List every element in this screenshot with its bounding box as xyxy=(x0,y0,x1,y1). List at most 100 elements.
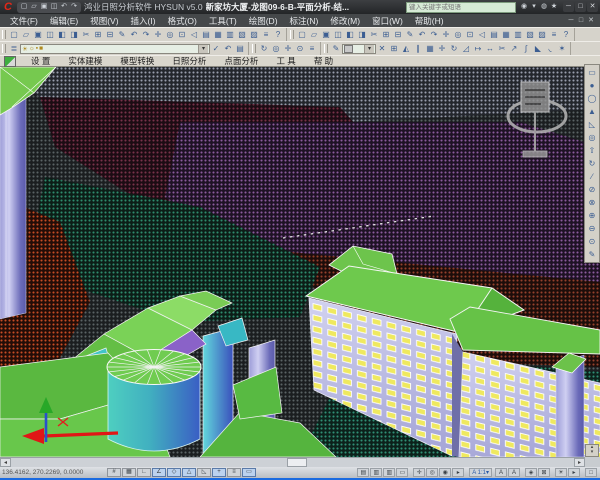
auto-annotate-button[interactable]: A xyxy=(508,468,520,477)
undo-icon[interactable]: ↶ xyxy=(59,2,69,12)
building-cluster[interactable] xyxy=(0,291,336,457)
viewports-icon[interactable]: ≡ xyxy=(306,42,318,55)
menu-draw[interactable]: 绘图(D) xyxy=(243,15,284,27)
save-icon[interactable]: ▣ xyxy=(320,28,332,41)
ducs-toggle[interactable]: ◺ xyxy=(197,468,211,477)
lwt-toggle[interactable]: ≡ xyxy=(227,468,241,477)
new-icon[interactable]: ▢ xyxy=(19,2,29,12)
menu-dimension[interactable]: 标注(N) xyxy=(284,15,325,27)
grid-toggle[interactable]: ▦ xyxy=(122,468,136,477)
zoom-realtime-icon[interactable]: ◎ xyxy=(270,42,282,55)
menu-modify[interactable]: 修改(M) xyxy=(324,15,366,27)
redo-icon[interactable]: ↷ xyxy=(140,28,152,41)
lengthen-icon[interactable]: ↔ xyxy=(484,42,496,55)
markup-icon[interactable]: ▨ xyxy=(536,28,548,41)
redo-icon[interactable]: ↷ xyxy=(428,28,440,41)
zoom-realtime-icon[interactable]: ◎ xyxy=(452,28,464,41)
minimize-button[interactable]: ─ xyxy=(563,2,574,12)
hysun-menu-solid-modeling[interactable]: 实体建模 xyxy=(59,55,111,67)
zoom-window-icon[interactable]: ⊡ xyxy=(176,28,188,41)
make-object-layer-current-icon[interactable]: ✓ xyxy=(210,42,222,55)
stretch-icon[interactable]: ↦ xyxy=(472,42,484,55)
erase-icon[interactable]: ✕ xyxy=(376,42,388,55)
plot-preview-icon[interactable]: ◧ xyxy=(344,28,356,41)
redraw-icon[interactable]: ↻ xyxy=(258,42,270,55)
layer-states-icon[interactable]: ▤ xyxy=(234,42,246,55)
copy-object-icon[interactable]: ⊞ xyxy=(388,42,400,55)
redo-icon[interactable]: ↷ xyxy=(69,2,79,12)
app-logo-icon[interactable]: C xyxy=(2,1,14,13)
new-icon[interactable]: ▢ xyxy=(8,28,20,41)
pencil-icon[interactable]: ✎ xyxy=(330,42,342,55)
cylinder-icon[interactable]: ◯ xyxy=(586,92,599,105)
chamfer-icon[interactable]: ◣ xyxy=(532,42,544,55)
plot-preview-icon[interactable]: ◧ xyxy=(56,28,68,41)
menu-insert[interactable]: 插入(I) xyxy=(125,15,162,27)
snap-toggle[interactable]: # xyxy=(107,468,121,477)
hysun-menu-settings[interactable]: 设 置 xyxy=(22,55,59,67)
match-properties-icon[interactable]: ✎ xyxy=(404,28,416,41)
rotate-icon[interactable]: ↻ xyxy=(448,42,460,55)
open-icon[interactable]: ▱ xyxy=(29,2,39,12)
toolbar-lock-button[interactable]: ⊠ xyxy=(538,468,550,477)
infocenter-search-input[interactable] xyxy=(406,2,516,13)
color-control-dropdown[interactable]: ▾ xyxy=(342,44,376,54)
tool-palettes-icon[interactable]: ▥ xyxy=(224,28,236,41)
hysun-menu-model-convert[interactable]: 模型转换 xyxy=(111,55,163,67)
sheet-set-manager-icon[interactable]: ▧ xyxy=(524,28,536,41)
union-icon[interactable]: ⊕ xyxy=(586,209,599,222)
zoom-button[interactable]: ◎ xyxy=(426,468,438,477)
solid-edit-icon[interactable]: ✎ xyxy=(586,248,599,261)
sheet-set-manager-icon[interactable]: ▧ xyxy=(236,28,248,41)
sphere-icon[interactable]: ● xyxy=(586,79,599,92)
pan-icon[interactable]: ✛ xyxy=(152,28,164,41)
paste-icon[interactable]: ⊟ xyxy=(392,28,404,41)
properties-icon[interactable]: ▤ xyxy=(200,28,212,41)
interfere-icon[interactable]: ⊗ xyxy=(586,196,599,209)
torus-icon[interactable]: ◎ xyxy=(586,131,599,144)
polar-toggle[interactable]: ∠ xyxy=(152,468,166,477)
menu-format[interactable]: 格式(O) xyxy=(162,15,203,27)
slice-icon[interactable]: ∕ xyxy=(586,170,599,183)
horizontal-scrollbar[interactable]: ◂ ▸ xyxy=(0,457,585,467)
vertical-scrollbar-buttons[interactable]: ▴ ▾ xyxy=(585,444,599,457)
save-icon[interactable]: ▣ xyxy=(39,2,49,12)
drawing-viewport[interactable] xyxy=(0,67,600,457)
search-icon[interactable]: ◉ xyxy=(519,2,529,12)
maximize-button[interactable]: □ xyxy=(575,2,586,12)
dropdown-arrow-icon[interactable]: ▾ xyxy=(198,45,208,53)
open-icon[interactable]: ▱ xyxy=(308,28,320,41)
workspace-switching-button[interactable]: ◈ xyxy=(525,468,537,477)
scroll-left-arrow[interactable]: ◂ xyxy=(0,458,11,467)
cut-icon[interactable]: ✂ xyxy=(368,28,380,41)
doc-close-button[interactable]: ✕ xyxy=(586,16,596,26)
quick-view-drawings-button[interactable]: ▭ xyxy=(396,468,408,477)
menu-window[interactable]: 窗口(W) xyxy=(366,15,409,27)
scroll-right-arrow[interactable]: ▸ xyxy=(574,458,585,467)
tray-settings-button[interactable]: ▸ xyxy=(568,468,580,477)
quick-view-layouts-button[interactable]: ▥ xyxy=(383,468,395,477)
menu-file[interactable]: 文件(F) xyxy=(4,15,44,27)
fillet-icon[interactable]: ◟ xyxy=(544,42,556,55)
hysun-menu-point-surface-analysis[interactable]: 点面分析 xyxy=(215,55,267,67)
tool-palettes-icon[interactable]: ▥ xyxy=(512,28,524,41)
model-toggle[interactable]: ▭ xyxy=(242,468,256,477)
array-icon[interactable]: ▦ xyxy=(424,42,436,55)
publish-icon[interactable]: ◨ xyxy=(356,28,368,41)
designcenter-icon[interactable]: ▦ xyxy=(212,28,224,41)
save-icon[interactable]: ▣ xyxy=(32,28,44,41)
osnap-toggle[interactable]: ◇ xyxy=(167,468,181,477)
intersect-icon[interactable]: ⊙ xyxy=(586,235,599,248)
box-icon[interactable]: ▭ xyxy=(586,66,599,79)
quickcalc-icon[interactable]: ≡ xyxy=(260,28,272,41)
undo-icon[interactable]: ↶ xyxy=(128,28,140,41)
publish-icon[interactable]: ◨ xyxy=(68,28,80,41)
section-icon[interactable]: ⊘ xyxy=(586,183,599,196)
designcenter-icon[interactable]: ▦ xyxy=(500,28,512,41)
zoom-window-icon[interactable]: ⊡ xyxy=(464,28,476,41)
subtract-icon[interactable]: ⊖ xyxy=(586,222,599,235)
pan-icon[interactable]: ✛ xyxy=(440,28,452,41)
menu-edit[interactable]: 编辑(E) xyxy=(44,15,84,27)
layout-button[interactable]: ▥ xyxy=(370,468,382,477)
ortho-toggle[interactable]: ∟ xyxy=(137,468,151,477)
